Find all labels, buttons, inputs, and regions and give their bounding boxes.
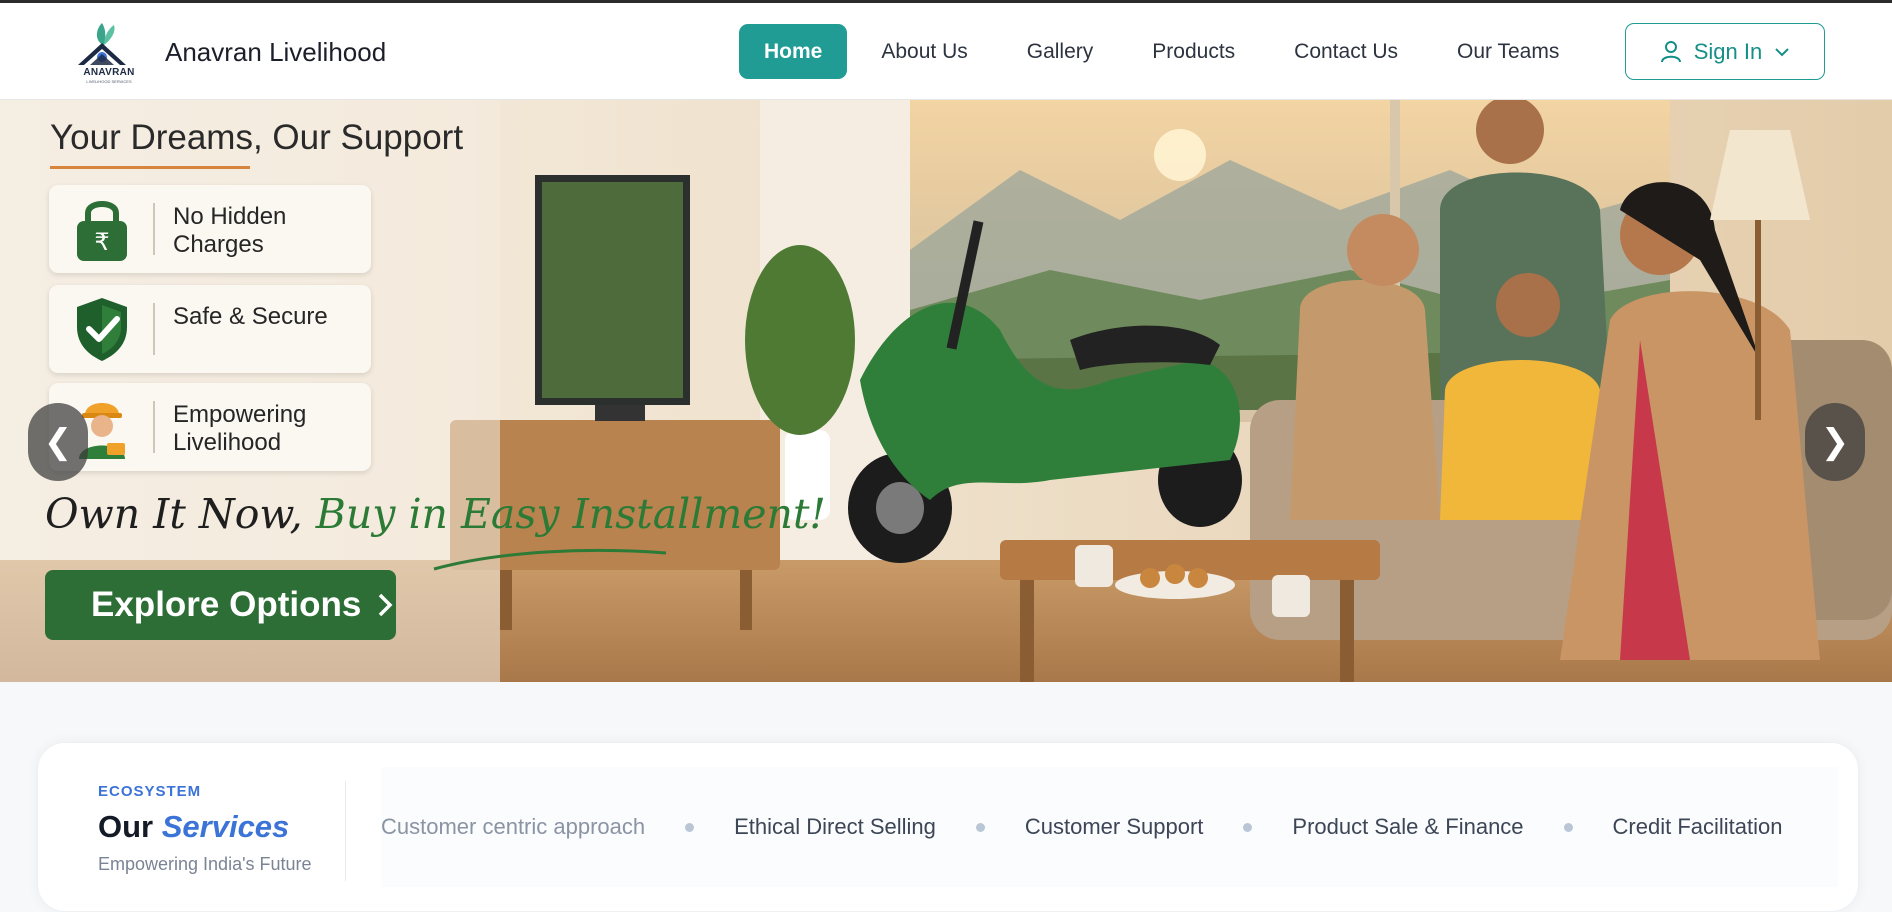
services-marquee: Customer centric approach Ethical Direct…: [381, 767, 1838, 887]
nav-our-teams[interactable]: Our Teams: [1432, 24, 1584, 79]
hero-carousel[interactable]: Your Dreams, Our Support ₹ No Hidden Cha…: [0, 100, 1892, 682]
feature-label: No Hidden Charges: [173, 203, 287, 258]
nav-home[interactable]: Home: [739, 24, 848, 79]
service-item[interactable]: Ethical Direct Selling: [734, 814, 936, 840]
nav-gallery[interactable]: Gallery: [1002, 24, 1119, 79]
tagline-part-2: Buy in Easy Installment!: [315, 490, 826, 538]
sign-in-label: Sign In: [1693, 38, 1763, 64]
user-icon: [1660, 40, 1681, 62]
rupee-lock-icon: ₹: [77, 201, 127, 261]
logo-subtitle: LIVELIHOOD SERVICES: [86, 79, 132, 84]
services-subtitle: Empowering India's Future: [98, 854, 312, 874]
sign-in-button[interactable]: Sign In: [1625, 23, 1825, 80]
services-eyebrow: ECOSYSTEM: [98, 783, 202, 800]
service-item[interactable]: Customer Support: [1025, 814, 1204, 840]
logo-mark-icon: [78, 23, 126, 65]
nav-contact-us[interactable]: Contact Us: [1269, 24, 1423, 79]
site-logo[interactable]: ANAVRAN LIVELIHOOD SERVICES: [72, 19, 146, 87]
services-title-emphasis: Services: [161, 809, 290, 844]
brand-name[interactable]: Anavran Livelihood: [165, 37, 386, 68]
services-title-plain: Our: [98, 809, 162, 844]
separator-dot: [685, 822, 695, 832]
nav-products[interactable]: Products: [1127, 24, 1260, 79]
hero-title-underline: [50, 166, 250, 169]
separator-dot: [1563, 822, 1573, 832]
services-title: Our Services: [98, 809, 289, 845]
feature-card-no-hidden-charges: ₹ No Hidden Charges: [49, 185, 371, 273]
carousel-next-button[interactable]: ❯: [1805, 403, 1865, 481]
services-section: ECOSYSTEM Our Services Empowering India'…: [37, 742, 1859, 912]
feature-label: Safe & Secure: [173, 303, 328, 330]
explore-options-button[interactable]: Explore Options: [45, 570, 396, 640]
explore-options-label: Explore Options: [91, 585, 362, 624]
chevron-down-icon: [1775, 47, 1789, 56]
logo-name: ANAVRAN: [83, 67, 135, 78]
feature-label: Empowering Livelihood: [173, 401, 307, 456]
hero-tagline: Own It Now, Buy in Easy Installment!: [45, 490, 826, 538]
service-item[interactable]: Credit Facilitation: [1613, 814, 1783, 840]
services-divider: [345, 781, 346, 881]
service-item[interactable]: Customer centric approach: [381, 814, 645, 840]
chevron-right-icon: [379, 593, 393, 617]
carousel-prev-button[interactable]: ❮: [28, 403, 88, 481]
hero-title: Your Dreams, Our Support: [50, 118, 464, 157]
card-separator: [153, 303, 155, 355]
site-header: ANAVRAN LIVELIHOOD SERVICES Anavran Live…: [0, 3, 1892, 100]
nav-about-us[interactable]: About Us: [856, 24, 992, 79]
feature-card-empowering-livelihood: Empowering Livelihood: [49, 383, 371, 471]
main-nav: Home About Us Gallery Products Contact U…: [739, 24, 1593, 79]
separator-dot: [1243, 822, 1253, 832]
service-item[interactable]: Product Sale & Finance: [1292, 814, 1523, 840]
card-separator: [153, 203, 155, 255]
svg-text:₹: ₹: [94, 228, 109, 256]
card-separator: [153, 401, 155, 453]
feature-card-safe-secure: Safe & Secure: [49, 285, 371, 373]
tagline-part-1: Own It Now,: [45, 490, 316, 538]
separator-dot: [975, 822, 985, 832]
shield-check-icon: [77, 298, 127, 361]
tagline-swoosh: [433, 548, 667, 571]
